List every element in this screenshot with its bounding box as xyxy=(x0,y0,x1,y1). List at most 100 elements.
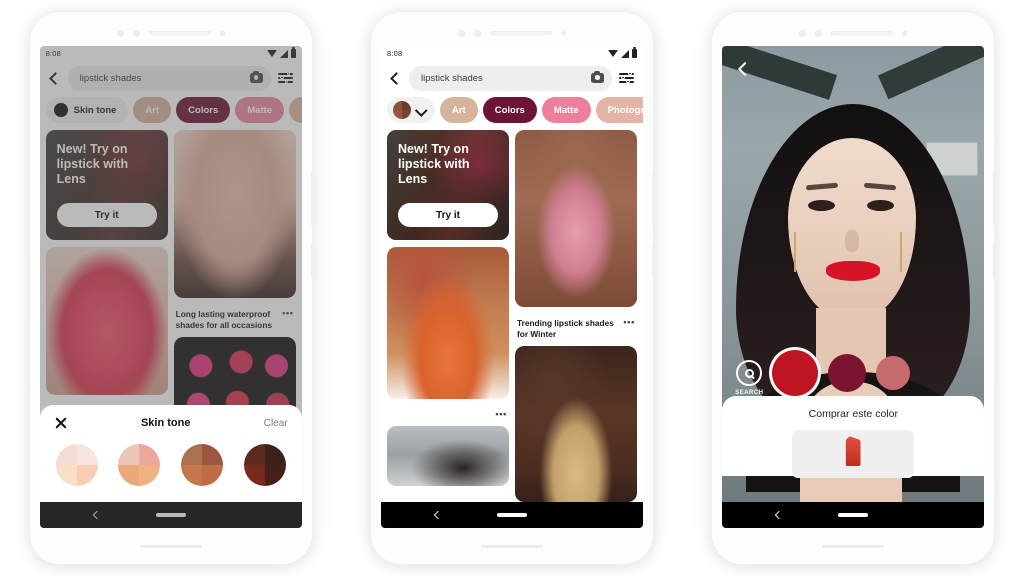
phone1-bezel-top xyxy=(30,25,312,41)
chevron-down-icon[interactable] xyxy=(416,105,426,115)
chip-skin-tone[interactable]: Skin tone xyxy=(45,97,129,123)
feed-card-lipstick-apply[interactable] xyxy=(173,130,296,298)
promo-card-lens-tryon[interactable]: New! Try on lipstick with Lens Try it xyxy=(386,130,509,240)
camera-icon[interactable] xyxy=(590,71,604,83)
phone2-search-bar: lipstick shades xyxy=(380,61,643,95)
signal-icon xyxy=(279,49,288,58)
feed-card-caption: Trending lipstick shades for Winter ••• xyxy=(515,314,637,339)
phone2-filter-chip-row[interactable]: Art Colors Matte Photogr xyxy=(380,95,643,130)
shop-this-color-sheet[interactable]: Comprar este color xyxy=(722,396,985,478)
volume-button[interactable] xyxy=(993,172,997,226)
chip-art[interactable]: Art xyxy=(439,97,478,123)
lip-swatch-crimson[interactable] xyxy=(772,350,819,396)
more-options-icon[interactable]: ••• xyxy=(282,308,294,330)
chip-art-label: Art xyxy=(145,104,160,116)
feed-card-caption-text: Long lasting waterproof shades for all o… xyxy=(175,309,273,330)
battery-icon xyxy=(631,47,637,58)
screenshot-canvas: 8:08 lipstick shades Skin tone Art Color… xyxy=(0,0,1024,576)
more-options-icon[interactable]: ••• xyxy=(495,410,507,419)
lip-swatch-rose[interactable] xyxy=(876,356,911,390)
feed-card-gold-lips[interactable] xyxy=(514,346,637,502)
lipstick-tube-icon xyxy=(845,436,861,478)
chip-photography[interactable]: P xyxy=(289,97,302,123)
product-card[interactable] xyxy=(792,430,915,478)
promo-title: New! Try on lipstick with Lens xyxy=(56,142,129,186)
home-pill[interactable] xyxy=(155,512,186,518)
home-pill[interactable] xyxy=(838,512,869,518)
wifi-icon xyxy=(266,50,277,57)
feed-card-glossy-lips[interactable] xyxy=(514,130,637,308)
skin-tone-bottom-sheet[interactable]: Skin tone Clear xyxy=(39,405,302,502)
power-button[interactable] xyxy=(993,244,997,278)
chip-colors[interactable]: Colors xyxy=(176,97,231,123)
phone2-system-nav-bar[interactable] xyxy=(380,502,643,528)
chip-matte[interactable]: Matte xyxy=(235,97,285,123)
volume-button[interactable] xyxy=(651,172,655,226)
ar-shade-control-row[interactable]: SEARCH xyxy=(722,350,984,396)
nav-back-icon[interactable] xyxy=(433,511,442,520)
magnifier-glyph xyxy=(744,368,754,378)
close-icon[interactable] xyxy=(54,416,68,430)
chip-art[interactable]: Art xyxy=(133,97,172,123)
phone2-results-feed[interactable]: New! Try on lipstick with Lens Try it ••… xyxy=(380,130,643,502)
phone2-feed-col-left: New! Try on lipstick with Lens Try it ••… xyxy=(386,130,509,502)
feed-card-pink-lips[interactable] xyxy=(45,247,168,395)
nav-back-icon[interactable] xyxy=(92,511,101,520)
ar-back-chevron-icon[interactable] xyxy=(734,60,752,78)
light-sensor-icon xyxy=(219,30,225,36)
home-pill[interactable] xyxy=(496,512,527,518)
earpiece-speaker xyxy=(489,31,552,35)
ar-tryon-view[interactable]: SEARCH Comprar este color xyxy=(722,46,985,502)
power-button[interactable] xyxy=(651,244,655,278)
signal-icon xyxy=(620,49,629,58)
tune-filter-icon[interactable] xyxy=(618,71,634,85)
phone-mockup-2: 8:08 lipstick shades Art Colors Matte Ph… xyxy=(370,12,655,564)
skin-tone-swatch-1[interactable] xyxy=(55,444,98,486)
search-input[interactable]: lipstick shades xyxy=(67,65,271,91)
phone3-screen: SEARCH Comprar este color xyxy=(722,46,985,528)
back-chevron-icon[interactable] xyxy=(45,70,61,86)
chip-colors-label: Colors xyxy=(494,104,525,116)
camera-icon[interactable] xyxy=(249,71,263,83)
volume-button[interactable] xyxy=(310,172,314,226)
phone1-system-nav-bar[interactable] xyxy=(39,502,302,528)
search-input[interactable]: lipstick shades xyxy=(408,65,612,91)
phone1-filter-chip-row[interactable]: Skin tone Art Colors Matte P xyxy=(39,95,302,130)
more-options-icon[interactable]: ••• xyxy=(623,318,635,339)
phone3-bezel-top xyxy=(712,25,994,41)
status-time: 8:08 xyxy=(386,49,403,58)
back-chevron-icon[interactable] xyxy=(386,70,402,86)
lipstick-bullet xyxy=(845,436,861,466)
skin-tone-swatch-4[interactable] xyxy=(243,444,286,486)
feed-card-image xyxy=(386,426,509,486)
phone-mockup-1: 8:08 lipstick shades Skin tone Art Color… xyxy=(29,12,314,564)
power-button[interactable] xyxy=(310,244,314,278)
phone2-feed-col-right: Trending lipstick shades for Winter ••• xyxy=(514,130,637,502)
clear-button[interactable]: Clear xyxy=(264,418,288,429)
skin-tone-swatch-3[interactable] xyxy=(180,444,223,486)
phone3-system-nav-bar[interactable] xyxy=(722,502,985,528)
search-circle-icon[interactable]: SEARCH xyxy=(735,360,763,396)
skin-tone-swatch-list[interactable] xyxy=(54,444,288,486)
chip-colors[interactable]: Colors xyxy=(482,97,537,123)
chip-photography[interactable]: Photogr xyxy=(595,97,643,123)
promo-card-lens-tryon[interactable]: New! Try on lipstick with Lens Try it xyxy=(45,130,168,240)
chip-photography-label: P xyxy=(301,105,302,116)
light-sensor-icon xyxy=(902,30,908,36)
feed-card-orange-lips[interactable] xyxy=(386,247,509,399)
lip-swatch-burgundy[interactable] xyxy=(828,354,867,392)
nav-back-icon[interactable] xyxy=(774,511,783,520)
light-sensor-icon xyxy=(560,30,566,36)
try-it-button[interactable]: Try it xyxy=(397,203,498,227)
tune-filter-icon[interactable] xyxy=(277,71,293,85)
try-it-button[interactable]: Try it xyxy=(56,203,157,227)
chip-matte-label: Matte xyxy=(553,104,579,116)
chip-skin-tone-selected[interactable] xyxy=(386,97,435,123)
skin-tone-quadrant-icon xyxy=(53,103,68,117)
battery-icon xyxy=(290,47,296,58)
feed-card-caption: Long lasting waterproof shades for all o… xyxy=(174,305,296,330)
nose xyxy=(845,230,860,252)
feed-card-bottom-left[interactable] xyxy=(386,426,509,486)
chip-matte[interactable]: Matte xyxy=(541,97,591,123)
skin-tone-swatch-2[interactable] xyxy=(118,444,161,486)
